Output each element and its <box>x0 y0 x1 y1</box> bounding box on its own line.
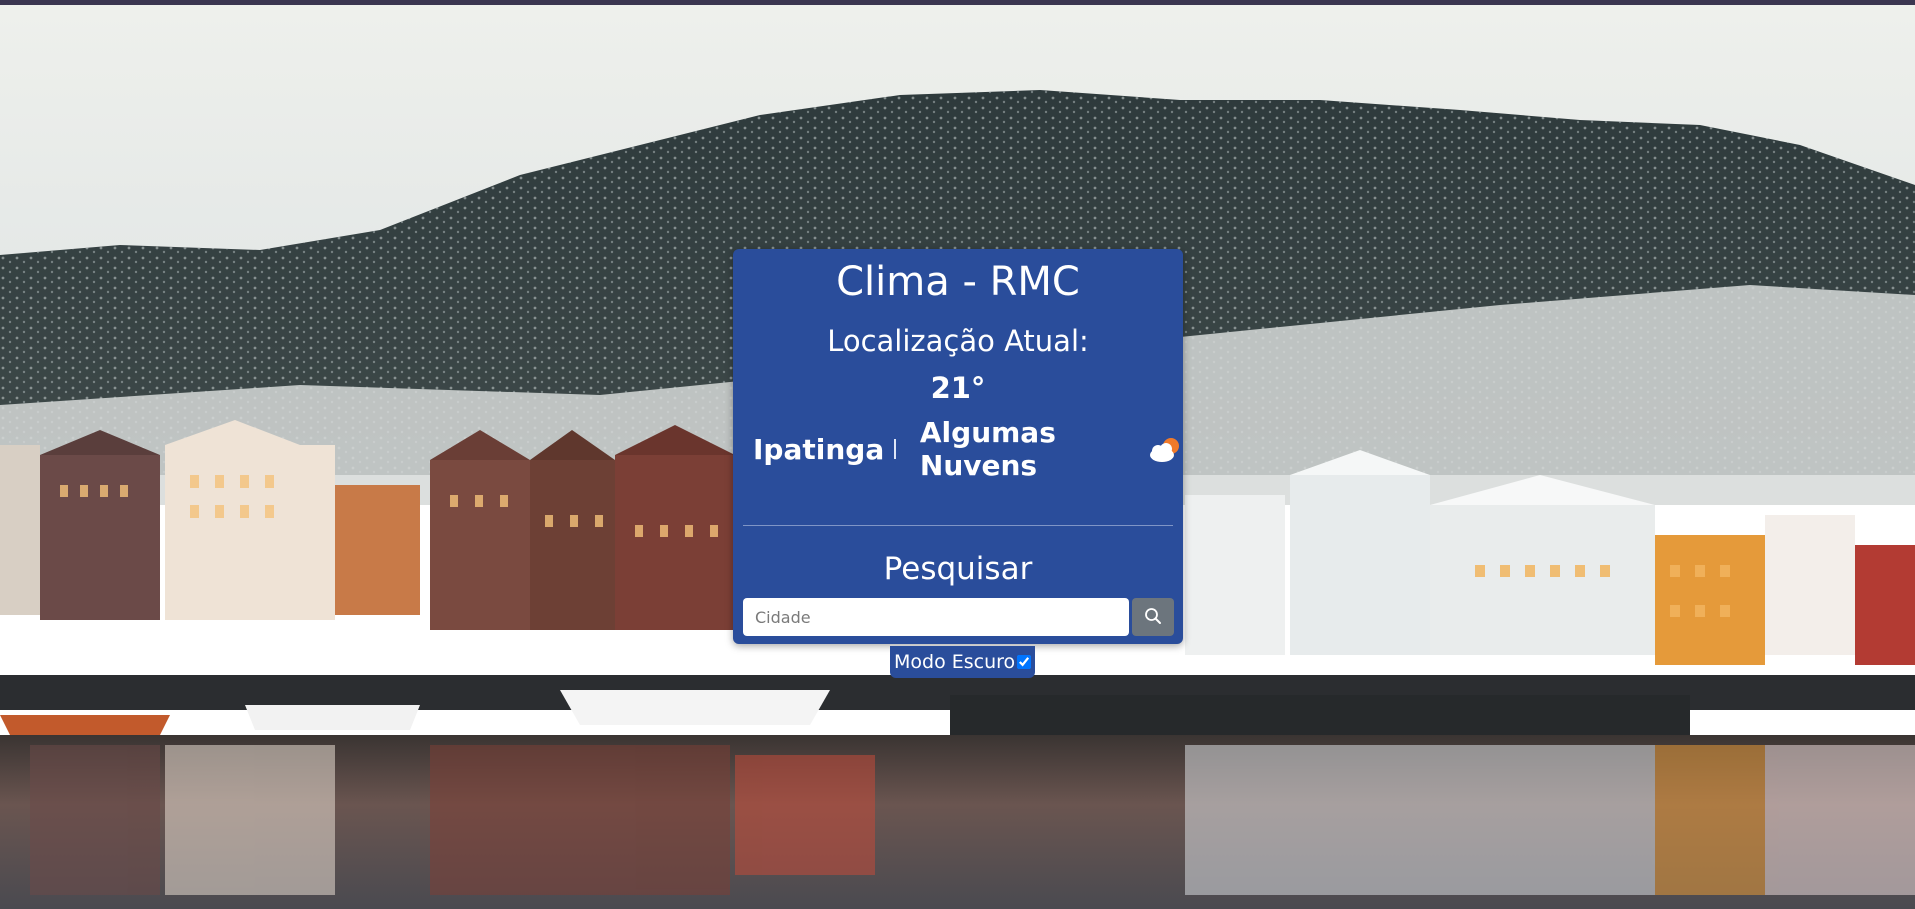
search-button[interactable] <box>1132 598 1174 636</box>
weather-card: Clima - RMC Localização Atual: 21° Ipati… <box>733 249 1183 644</box>
divider <box>743 525 1173 526</box>
dark-mode-label: Modo Escuro <box>894 651 1016 673</box>
location-label: Localização Atual: <box>827 324 1089 358</box>
city-search-input[interactable] <box>743 598 1129 636</box>
temperature: 21° <box>930 371 986 405</box>
dark-mode-toggle[interactable]: Modo Escuro <box>890 646 1036 678</box>
partly-cloudy-icon <box>1147 434 1183 464</box>
app-title: Clima - RMC <box>836 259 1080 305</box>
dark-mode-checkbox[interactable] <box>1017 655 1032 669</box>
search-title: Pesquisar <box>883 551 1033 587</box>
search-icon <box>1144 607 1162 628</box>
top-bar <box>0 0 1915 5</box>
city-name: Ipatinga <box>753 432 885 466</box>
weather-condition: Algumas Nuvens <box>919 416 1056 482</box>
search-row <box>743 598 1174 636</box>
current-weather-row: Ipatinga Algumas Nuvens <box>753 416 1183 482</box>
separator <box>894 439 896 459</box>
